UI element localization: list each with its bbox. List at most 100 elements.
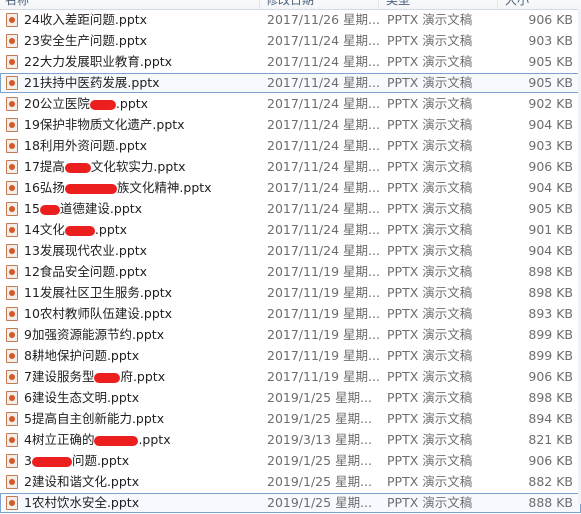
redaction-mark <box>31 456 72 467</box>
file-size: 899 KB <box>528 348 573 363</box>
pptx-file-icon <box>6 76 18 90</box>
file-name[interactable]: 21扶持中医药发展.pptx <box>24 74 262 92</box>
file-name[interactable]: 2建设和谐文化.pptx <box>24 473 262 491</box>
file-row[interactable]: 15 道德建设.pptx 2017/11/24 星期... PPTX 演示文稿 905 … <box>0 199 581 219</box>
file-name[interactable]: 9加强资源能源节约.pptx <box>24 326 262 344</box>
file-modified-date: 2017/11/24 星期... <box>267 159 379 174</box>
file-type: PPTX 演示文稿 <box>387 75 473 90</box>
file-name[interactable]: 18利用外资问题.pptx <box>24 137 262 155</box>
file-modified-date: 2017/11/24 星期... <box>267 138 379 153</box>
file-modified-date: 2019/3/13 星期... <box>267 432 372 447</box>
file-row[interactable]: 2建设和谐文化.pptx 2019/1/25 星期... PPTX 演示文稿 882 … <box>0 472 581 492</box>
file-name[interactable]: 19保护非物质文化遗产.pptx <box>24 116 262 134</box>
file-name[interactable]: 1农村饮水安全.pptx <box>24 494 262 512</box>
column-divider[interactable] <box>259 0 260 9</box>
column-divider[interactable] <box>497 0 498 9</box>
pptx-file-icon <box>6 496 18 510</box>
column-header-date[interactable]: 修改日期 <box>266 0 314 8</box>
file-name[interactable]: 12食品安全问题.pptx <box>24 263 262 281</box>
column-header-size[interactable]: 大小 <box>505 0 529 8</box>
file-name[interactable]: 5提高自主创新能力.pptx <box>24 410 262 428</box>
file-name[interactable]: 14文化 .pptx <box>24 221 262 239</box>
file-size: 901 KB <box>528 222 573 237</box>
file-type: PPTX 演示文稿 <box>387 264 473 279</box>
pptx-file-icon <box>6 349 18 363</box>
file-row[interactable]: 20公立医院 .pptx 2017/11/24 星期... PPTX 演示文稿 902 … <box>0 94 581 114</box>
file-type: PPTX 演示文稿 <box>387 96 473 111</box>
file-row[interactable]: 18利用外资问题.pptx 2017/11/24 星期... PPTX 演示文稿 90… <box>0 136 581 156</box>
pptx-file-icon <box>6 13 18 27</box>
file-size: 888 KB <box>528 495 573 510</box>
file-size: 906 KB <box>528 159 573 174</box>
file-row[interactable]: 9加强资源能源节约.pptx 2017/11/19 星期... PPTX 演示文稿 8… <box>0 325 581 345</box>
file-name[interactable]: 7建设服务型 府.pptx <box>24 368 262 386</box>
column-header-type[interactable]: 类型 <box>386 0 410 8</box>
file-name[interactable]: 15 道德建设.pptx <box>24 200 262 218</box>
file-row[interactable]: 12食品安全问题.pptx 2017/11/19 星期... PPTX 演示文稿 89… <box>0 262 581 282</box>
file-modified-date: 2017/11/19 星期... <box>267 369 379 384</box>
file-size: 905 KB <box>528 75 573 90</box>
file-name-text: 19保护非物质文化遗产.pptx <box>24 117 185 132</box>
file-row[interactable]: 22大力发展职业教育.pptx 2017/11/24 星期... PPTX 演示文稿… <box>0 52 581 72</box>
file-size: 906 KB <box>528 12 573 27</box>
file-type: PPTX 演示文稿 <box>387 54 473 69</box>
file-name[interactable]: 4树立正确的 .pptx <box>24 431 262 449</box>
file-row[interactable]: 23安全生产问题.pptx 2017/11/24 星期... PPTX 演示文稿 90… <box>0 31 581 51</box>
file-type: PPTX 演示文稿 <box>387 33 473 48</box>
file-name[interactable]: 8耕地保护问题.pptx <box>24 347 262 365</box>
file-row[interactable]: 21扶持中医药发展.pptx 2017/11/24 星期... PPTX 演示文稿 9… <box>0 73 581 93</box>
file-name-text: 16弘扬 <box>24 180 65 195</box>
file-row[interactable]: 11发展社区卫生服务.pptx 2017/11/19 星期... PPTX 演示文稿… <box>0 283 581 303</box>
file-row[interactable]: 24收入差距问题.pptx 2017/11/26 星期... PPTX 演示文稿 90… <box>0 10 581 30</box>
file-size: 906 KB <box>528 369 573 384</box>
file-name[interactable]: 16弘扬 族文化精神.pptx <box>24 179 262 197</box>
file-name[interactable]: 22大力发展职业教育.pptx <box>24 53 262 71</box>
file-size: 904 KB <box>528 117 573 132</box>
file-size: 905 KB <box>528 54 573 69</box>
file-row[interactable]: 16弘扬 族文化精神.pptx 2017/11/24 星期... PPTX 演示文稿 9… <box>0 178 581 198</box>
file-name-text: .pptx <box>94 222 128 237</box>
file-size: 903 KB <box>528 33 573 48</box>
pptx-file-icon <box>6 307 18 321</box>
file-size: 904 KB <box>528 243 573 258</box>
file-row[interactable]: 1农村饮水安全.pptx 2019/1/25 星期... PPTX 演示文稿 888 … <box>0 493 581 513</box>
file-name-text: 14文化 <box>24 222 65 237</box>
file-name[interactable]: 11发展社区卫生服务.pptx <box>24 284 262 302</box>
file-row[interactable]: 4树立正确的 .pptx 2019/3/13 星期... PPTX 演示文稿 821 K… <box>0 430 581 450</box>
file-name[interactable]: 6建设生态文明.pptx <box>24 389 262 407</box>
file-row[interactable]: 10农村教师队伍建设.pptx 2017/11/19 星期... PPTX 演示文稿… <box>0 304 581 324</box>
pptx-file-icon <box>6 328 18 342</box>
file-name[interactable]: 17提高 文化软实力.pptx <box>24 158 262 176</box>
column-divider[interactable] <box>378 0 379 9</box>
file-modified-date: 2017/11/24 星期... <box>267 54 379 69</box>
file-name[interactable]: 20公立医院 .pptx <box>24 95 262 113</box>
pptx-file-icon <box>6 370 18 384</box>
file-name[interactable]: 3 问题.pptx <box>24 452 262 470</box>
file-row[interactable]: 19保护非物质文化遗产.pptx 2017/11/24 星期... PPTX 演示文… <box>0 115 581 135</box>
redaction-mark <box>94 435 139 446</box>
file-row[interactable]: 8耕地保护问题.pptx 2017/11/19 星期... PPTX 演示文稿 899… <box>0 346 581 366</box>
file-type: PPTX 演示文稿 <box>387 222 473 237</box>
file-row[interactable]: 3 问题.pptx 2019/1/25 星期... PPTX 演示文稿 906 KB <box>0 451 581 471</box>
file-name-text: 1农村饮水安全.pptx <box>24 495 140 510</box>
file-row[interactable]: 7建设服务型 府.pptx 2017/11/19 星期... PPTX 演示文稿 906… <box>0 367 581 387</box>
column-header-name[interactable]: 名称 <box>5 0 29 8</box>
file-type: PPTX 演示文稿 <box>387 453 473 468</box>
file-name[interactable]: 13发展现代农业.pptx <box>24 242 262 260</box>
file-row[interactable]: 14文化 .pptx 2017/11/24 星期... PPTX 演示文稿 901 KB <box>0 220 581 240</box>
file-name[interactable]: 23安全生产问题.pptx <box>24 32 262 50</box>
pptx-file-icon <box>6 160 18 174</box>
file-name[interactable]: 24收入差距问题.pptx <box>24 11 262 29</box>
file-list: 24收入差距问题.pptx 2017/11/26 星期... PPTX 演示文稿 90… <box>0 10 581 514</box>
redaction-mark <box>39 204 60 215</box>
file-row[interactable]: 13发展现代农业.pptx 2017/11/24 星期... PPTX 演示文稿 90… <box>0 241 581 261</box>
file-type: PPTX 演示文稿 <box>387 369 473 384</box>
file-name-text: 13发展现代农业.pptx <box>24 243 148 258</box>
file-row[interactable]: 17提高 文化软实力.pptx 2017/11/24 星期... PPTX 演示文稿 9… <box>0 157 581 177</box>
file-name[interactable]: 10农村教师队伍建设.pptx <box>24 305 262 323</box>
pptx-file-icon <box>6 139 18 153</box>
pptx-file-icon <box>6 265 18 279</box>
file-modified-date: 2017/11/24 星期... <box>267 96 379 111</box>
file-row[interactable]: 5提高自主创新能力.pptx 2019/1/25 星期... PPTX 演示文稿 89… <box>0 409 581 429</box>
file-row[interactable]: 6建设生态文明.pptx 2019/1/25 星期... PPTX 演示文稿 898 … <box>0 388 581 408</box>
